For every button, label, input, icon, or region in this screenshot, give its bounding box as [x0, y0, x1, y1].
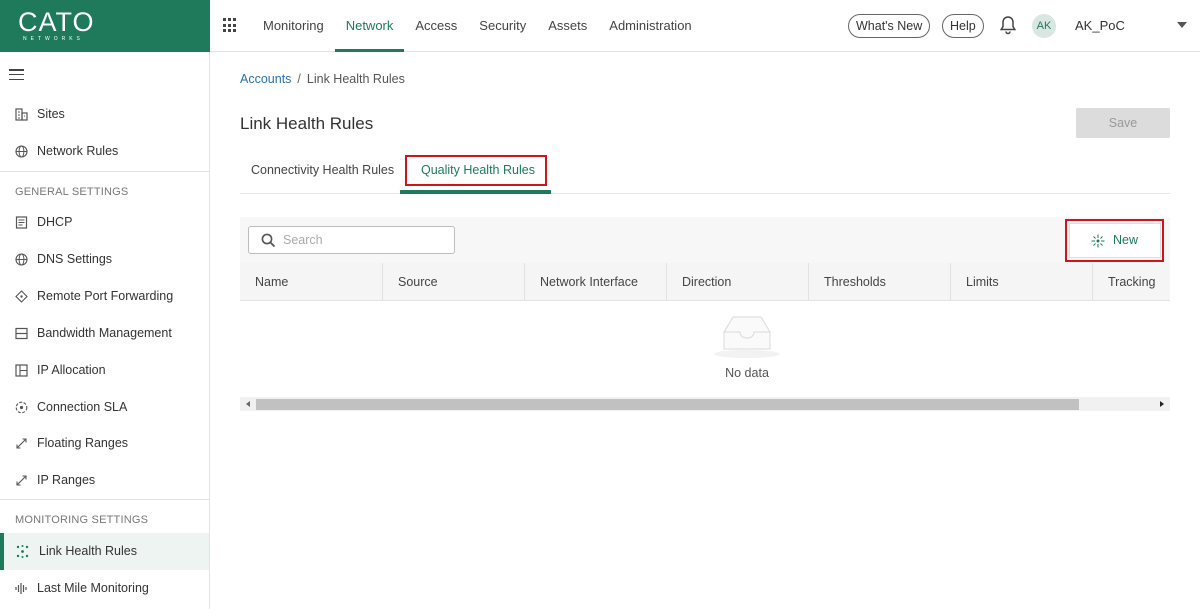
- expand-arrows-icon: [16, 438, 27, 449]
- diamond-icon: [15, 290, 28, 303]
- sidebar-divider: [0, 171, 209, 172]
- bandwidth-icon: [15, 327, 28, 340]
- sidebar-item-label: Network Rules: [37, 144, 119, 158]
- sidebar-item-floating-ranges[interactable]: Floating Ranges: [0, 425, 209, 462]
- monitoring-settings-header: MONITORING SETTINGS: [15, 514, 149, 526]
- sidebar-item-bandwidth-management[interactable]: Bandwidth Management: [0, 315, 209, 352]
- nav-access[interactable]: Access: [404, 0, 468, 52]
- whats-new-button[interactable]: What's New: [848, 14, 931, 38]
- column-header-tracking[interactable]: Tracking: [1092, 263, 1170, 300]
- sidebar-item-label: IP Allocation: [37, 363, 106, 377]
- column-header-name[interactable]: Name: [240, 263, 382, 300]
- globe-icon: [15, 253, 28, 266]
- sidebar-item-ip-allocation[interactable]: IP Allocation: [0, 352, 209, 389]
- avatar[interactable]: AK: [1032, 14, 1056, 38]
- nav-monitoring[interactable]: Monitoring: [252, 0, 335, 52]
- hamburger-menu-icon[interactable]: [9, 69, 24, 81]
- tabs-divider: [240, 193, 1170, 194]
- brand-name: CATO: [18, 7, 95, 37]
- scroll-left-icon[interactable]: [246, 401, 250, 407]
- app-launcher-icon[interactable]: [223, 18, 238, 33]
- nav-security[interactable]: Security: [468, 0, 537, 52]
- page-title: Link Health Rules: [240, 114, 374, 133]
- sidebar-item-sites[interactable]: Sites: [0, 96, 209, 133]
- scroll-right-icon[interactable]: [1160, 401, 1164, 407]
- sidebar: Sites Network Rules GENERAL SETTINGS DHC…: [0, 52, 210, 609]
- horizontal-scrollbar[interactable]: [240, 397, 1170, 411]
- empty-inbox-icon: [714, 316, 780, 358]
- sidebar-item-network-rules[interactable]: Network Rules: [0, 133, 209, 170]
- sidebar-item-last-mile-monitoring[interactable]: Last Mile Monitoring: [0, 570, 209, 607]
- column-header-source[interactable]: Source: [382, 263, 524, 300]
- table-empty-state: [240, 301, 1170, 397]
- sidebar-item-label: Last Mile Monitoring: [37, 581, 149, 595]
- sidebar-item-link-health-rules[interactable]: Link Health Rules: [0, 533, 209, 570]
- sidebar-item-label: Sites: [37, 107, 65, 121]
- search-input[interactable]: [283, 231, 443, 249]
- highlight-box-new-button: [1065, 219, 1164, 262]
- building-icon: [15, 108, 28, 121]
- nav-administration[interactable]: Administration: [598, 0, 702, 52]
- expand-arrows-icon: [16, 475, 27, 486]
- column-header-network-interface[interactable]: Network Interface: [524, 263, 666, 300]
- globe-icon: [15, 145, 28, 158]
- sidebar-item-connection-sla[interactable]: Connection SLA: [0, 389, 209, 426]
- grid-icon: [15, 364, 28, 377]
- top-bar: CATO NETWORKS Monitoring Network Access …: [0, 0, 1200, 52]
- bell-icon[interactable]: [999, 15, 1017, 35]
- sidebar-item-label: Floating Ranges: [37, 436, 129, 450]
- active-tab-indicator: [400, 190, 551, 194]
- breadcrumb: Accounts / Link Health Rules: [240, 72, 405, 86]
- highlight-box-quality-tab: [405, 155, 547, 186]
- sidebar-item-label: Bandwidth Management: [37, 326, 172, 340]
- sidebar-item-label: Link Health Rules: [39, 544, 137, 558]
- column-header-limits[interactable]: Limits: [950, 263, 1092, 300]
- breadcrumb-current: Link Health Rules: [306, 72, 405, 86]
- scrollbar-thumb[interactable]: [256, 399, 1079, 410]
- sidebar-item-dns-settings[interactable]: DNS Settings: [0, 241, 209, 278]
- column-header-thresholds[interactable]: Thresholds: [808, 263, 950, 300]
- link-health-icon: [16, 545, 29, 558]
- sidebar-item-ip-ranges[interactable]: IP Ranges: [0, 462, 209, 499]
- sidebar-item-label: DNS Settings: [37, 252, 113, 266]
- brand-logo[interactable]: CATO NETWORKS: [0, 0, 210, 52]
- general-settings-header: GENERAL SETTINGS: [15, 186, 129, 198]
- table-header: Name Source Network Interface Direction …: [240, 263, 1170, 301]
- sidebar-divider: [0, 499, 209, 500]
- sidebar-item-label: DHCP: [37, 215, 73, 229]
- sidebar-item-remote-port-forwarding[interactable]: Remote Port Forwarding: [0, 278, 209, 315]
- sidebar-item-label: Remote Port Forwarding: [37, 289, 174, 303]
- sidebar-item-label: Connection SLA: [37, 400, 128, 414]
- tab-connectivity-health-rules[interactable]: Connectivity Health Rules: [251, 163, 394, 177]
- target-icon: [15, 401, 28, 414]
- account-dropdown-icon[interactable]: [1177, 22, 1187, 28]
- column-header-direction[interactable]: Direction: [666, 263, 808, 300]
- nav-network[interactable]: Network: [334, 0, 405, 52]
- sidebar-item-dhcp[interactable]: DHCP: [0, 204, 209, 241]
- sidebar-item-label: IP Ranges: [37, 473, 96, 487]
- save-button[interactable]: Save: [1076, 108, 1170, 138]
- brand-tagline: NETWORKS: [23, 36, 84, 42]
- breadcrumb-separator: /: [297, 72, 301, 86]
- waveform-icon: [15, 583, 27, 594]
- search-icon: [261, 233, 276, 248]
- help-button[interactable]: Help: [942, 14, 984, 38]
- document-icon: [15, 216, 28, 229]
- account-name[interactable]: AK_PoC: [1075, 18, 1125, 33]
- search-box[interactable]: [248, 226, 455, 254]
- breadcrumb-accounts-link[interactable]: Accounts: [240, 72, 291, 86]
- top-nav: Monitoring Network Access Security Asset…: [252, 0, 703, 52]
- no-data-text: No data: [725, 366, 769, 380]
- nav-assets[interactable]: Assets: [537, 0, 598, 52]
